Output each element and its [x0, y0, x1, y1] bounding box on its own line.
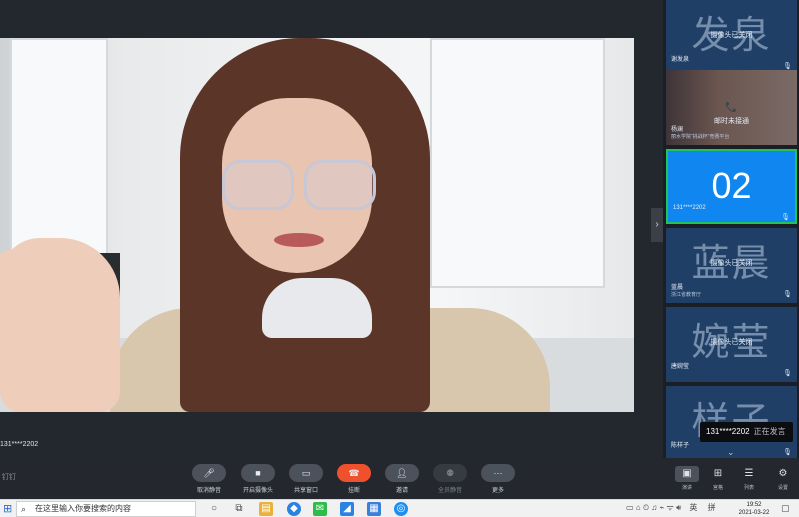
more-button[interactable]: ··· 更多 [478, 464, 518, 494]
main-stage: 131****2202 › [0, 0, 663, 458]
expand-sidebar-button[interactable]: › [651, 208, 663, 242]
system-tray: ▭ ⌂ ⏲ ♫ ⌁ ᯤ 🔊︎ 英 拼 [626, 502, 716, 513]
invite-label: 邀请 [395, 488, 408, 494]
participant-name: 蓝晨 [671, 285, 684, 291]
speaking-name: 131****2202 [706, 427, 750, 436]
participant-name: 杨澜 [671, 127, 684, 133]
windows-start-icon[interactable]: ⊞ [3, 502, 12, 515]
speaker-view-label: 演讲 [681, 485, 692, 491]
participant-tile[interactable]: 蓝晨 摄像头已关闭 蓝晨 浙江省教育厅 🎙 [666, 228, 797, 303]
mic-icon: 🎙 [781, 214, 790, 221]
list-view-button[interactable]: ☰ 列表 [736, 466, 762, 491]
speaker-view-icon: ▣ [675, 466, 699, 482]
input-language[interactable]: 英 [689, 503, 697, 512]
hangup-icon: ☎ [337, 464, 371, 482]
participant-name: 唐婉莹 [671, 364, 690, 370]
cortana-icon[interactable]: ○ [207, 502, 221, 516]
mic-icon: 🎙 [783, 291, 792, 298]
system-clock[interactable]: 19:52 2021-03-22 [734, 501, 774, 517]
participant-org: 浙江省教育厅 [671, 292, 702, 298]
taskbar-search-input[interactable]: ⌕ 在这里输入你要搜索的内容 [16, 501, 196, 517]
speaker-caption: 131****2202 [0, 441, 39, 448]
mic-icon: 🎙 [783, 449, 792, 456]
person-face [222, 98, 376, 273]
invite-icon: 👤︎ [385, 464, 419, 482]
participant-tile[interactable]: 📞 邮时未接通 杨澜 丽水学院“挑战杯”竞赛平台 [666, 70, 797, 145]
clock-time: 19:52 [746, 502, 762, 508]
settings-label: 设置 [777, 485, 788, 491]
participant-tile[interactable]: 婉莹 摄像头已关闭 唐婉莹 🎙 [666, 307, 797, 382]
list-view-label: 列表 [743, 485, 754, 491]
mute-all-icon: ⚉ [433, 464, 467, 482]
person-turtleneck [262, 278, 372, 338]
hangup-label: 挂断 [347, 488, 360, 494]
camera-off-label: 摄像头已关闭 [710, 32, 753, 39]
screen-share-icon: ▭ [289, 464, 323, 482]
app-icon-browser[interactable]: ◎ [394, 502, 408, 516]
share-window-label: 共享窗口 [293, 488, 318, 494]
participant-name: 谢发泉 [671, 57, 690, 63]
meeting-window: 131****2202 › 发泉 摄像头已关闭 谢发泉 🎙 📞 邮时未接通 杨澜… [0, 0, 799, 517]
participant-tile-active[interactable]: 02 131****2202 🎙 [666, 149, 797, 224]
mic-icon: 🎙 [783, 63, 792, 70]
camera-button[interactable]: ■ 开启摄像头 [238, 464, 278, 494]
app-icon-blue[interactable]: ◆ [287, 502, 301, 516]
grid-view-button[interactable]: ⊞ 宫格 [705, 466, 731, 491]
grid-view-label: 宫格 [712, 485, 723, 491]
participant-name: 陈样子 [671, 443, 690, 449]
app-icon-document[interactable]: ▦ [367, 502, 381, 516]
participant-sidebar: 发泉 摄像头已关闭 谢发泉 🎙 📞 邮时未接通 杨澜 丽水学院“挑战杯”竞赛平台… [663, 0, 799, 458]
clock-date: 2021-03-22 [738, 510, 770, 516]
speaking-indicator: 131****2202 正在发言 [700, 422, 793, 442]
more-label: 更多 [491, 488, 504, 494]
unmute-label: 取消静音 [196, 488, 221, 494]
camera-off-label: 摄像头已关闭 [710, 339, 753, 346]
grid-icon: ⊞ [713, 468, 723, 479]
mute-all-button[interactable]: ⚉ 全员静音 [430, 464, 470, 494]
settings-button[interactable]: ⚙ 设置 [770, 466, 796, 491]
mic-icon: 🎙 [783, 370, 792, 377]
list-icon: ☰ [744, 468, 754, 479]
notification-icon[interactable]: ▢ [781, 503, 790, 514]
file-explorer-icon[interactable]: ▤ [259, 502, 273, 516]
task-view-icon[interactable]: ⧉ [232, 502, 246, 516]
mic-off-icon: 🎤︎ [192, 464, 226, 482]
app-logo: 钉钉 [2, 474, 16, 481]
search-icon: ⌕ [21, 504, 27, 514]
share-window-button[interactable]: ▭ 共享窗口 [286, 464, 326, 494]
tile-avatar-text: 02 [711, 165, 752, 206]
participant-org: 丽水学院“挑战杯”竞赛平台 [671, 134, 730, 140]
speaking-status: 正在发言 [753, 427, 786, 436]
wechat-icon[interactable]: ✉ [313, 502, 327, 516]
unmute-button[interactable]: 🎤︎ 取消静音 [189, 464, 229, 494]
search-placeholder: 在这里输入你要搜索的内容 [35, 504, 131, 513]
speaker-video[interactable] [0, 38, 634, 412]
speaker-view-button[interactable]: ▣ 演讲 [674, 466, 700, 491]
camera-icon: ■ [241, 464, 275, 482]
input-method[interactable]: 拼 [708, 503, 716, 512]
phone-icon: 📞 [725, 102, 738, 113]
participant-tile[interactable]: 发泉 摄像头已关闭 谢发泉 🎙 [666, 0, 797, 75]
tray-icons[interactable]: ▭ ⌂ ⏲ ♫ ⌁ ᯤ 🔊︎ [626, 503, 681, 512]
hangup-button[interactable]: ☎ 挂断 [334, 464, 374, 494]
call-status-label: 邮时未接通 [714, 118, 749, 125]
participant-name: 131****2202 [673, 205, 706, 211]
gear-icon: ⚙ [778, 468, 788, 479]
background-window-right [430, 38, 605, 288]
windows-taskbar: ⊞ ⌕ 在这里输入你要搜索的内容 ○ ⧉ ▤ ◆ ✉ ◢ ▦ ◎ ▭ ⌂ ⏲ ♫… [0, 499, 799, 517]
mute-all-label: 全员静音 [437, 488, 462, 494]
meeting-toolbar: 钉钉 🎤︎ 取消静音 ■ 开启摄像头 ▭ 共享窗口 ☎ 挂断 👤︎ 邀请 ⚉ 全… [0, 458, 799, 499]
person-lips [274, 233, 324, 247]
camera-off-label: 摄像头已关闭 [710, 260, 753, 267]
more-icon: ··· [481, 464, 515, 482]
camera-label: 开启摄像头 [242, 488, 273, 494]
scroll-down-icon[interactable]: ⌄ [727, 447, 735, 458]
glasses-left [222, 160, 294, 210]
dingtalk-icon[interactable]: ◢ [340, 502, 354, 516]
glasses-right [304, 160, 376, 210]
invite-button[interactable]: 👤︎ 邀请 [382, 464, 422, 494]
